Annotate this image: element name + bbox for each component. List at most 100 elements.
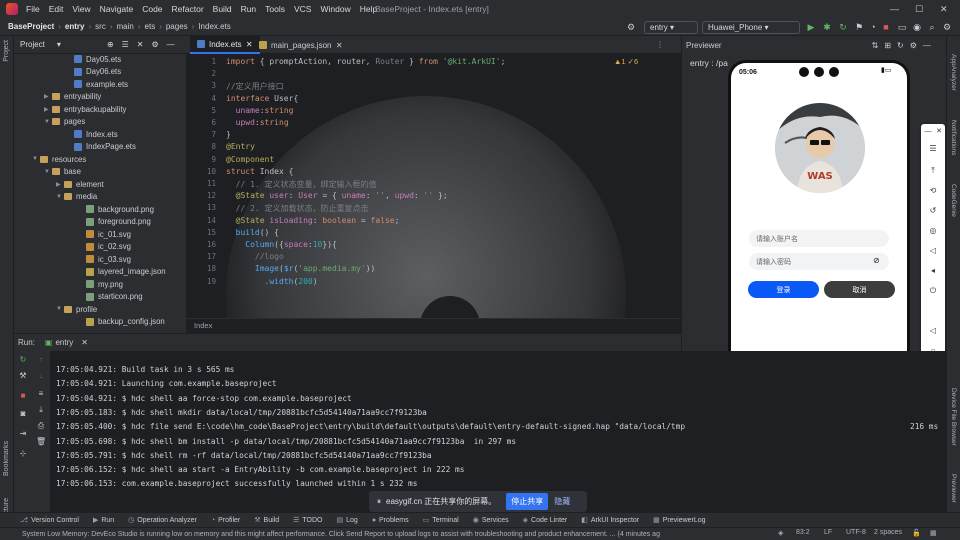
tree-item[interactable]: ▶ element [56,178,104,191]
previewer-page[interactable]: entry : /pa [690,58,728,68]
tree-item[interactable]: layered_image.json [78,266,166,279]
maximize-icon[interactable]: ☐ [915,4,923,15]
code-line[interactable]: upwd:string [226,118,289,127]
pin-icon[interactable]: ⊹ [18,449,28,459]
tool-window-operation-analyzer[interactable]: ◷ Operation Analyzer [128,516,197,525]
tree-item[interactable]: ▶ entrybackupability [44,103,126,116]
menu-view[interactable]: View [72,4,90,14]
code-line[interactable]: build() { [226,228,279,237]
tree-item[interactable]: backup_config.json [78,316,165,329]
code-line[interactable]: .width(200) [226,277,318,286]
code-line[interactable]: struct Index { [226,167,293,176]
code-line[interactable]: // 2. 定义加载状态，防止重复点击 [226,203,369,214]
run-console[interactable]: 216 ms 17:05:04.921: Build task in 3 s 5… [50,351,946,512]
status-pin-icon[interactable]: ◈ [778,529,783,537]
device-file-browser-tool-label[interactable]: Device File Browser [950,388,957,446]
tree-item[interactable]: ▼ profile [56,303,97,316]
tree-item[interactable]: my.png [78,278,123,291]
tab-main-pages-json[interactable]: main_pages.json ✕ [252,36,350,54]
menu-vcs[interactable]: VCS [294,4,311,14]
code-line[interactable]: //logo [226,252,284,261]
memory-icon[interactable]: ▦ [930,529,937,537]
menu-window[interactable]: Window [320,4,350,14]
stop-icon[interactable]: ■ [18,391,28,401]
chevron-right-icon[interactable]: ▶ [56,181,64,188]
chevron-down-icon[interactable]: ▾ [57,40,61,49]
crumb-ets[interactable]: ets [145,22,156,31]
tree-item[interactable]: ic_02.svg [78,241,131,254]
cursor-position[interactable]: 83:2 [796,529,810,536]
close-tab-icon[interactable]: ✕ [81,338,88,347]
eye-off-icon[interactable]: ⊘ [873,256,880,265]
code-line[interactable]: @State isLoading: boolean = false; [226,216,400,225]
profile-icon[interactable]: ◔ [868,22,878,32]
tool-window-run[interactable]: ▶ Run [93,516,114,525]
scroll-down-icon[interactable]: ↓ [36,371,46,381]
multi-device-icon[interactable]: ⊞ [884,41,891,50]
line-separator[interactable]: LF [824,529,832,536]
rotate-icon[interactable]: ⟲ [928,186,938,196]
menu-refactor[interactable]: Refactor [172,4,204,14]
tree-item[interactable]: ic_01.svg [78,228,131,241]
power-icon[interactable]: ⏻ [928,286,938,296]
tool-window-previewerlog[interactable]: ▦ PreviewerLog [653,516,705,525]
tree-item[interactable]: Day05.ets [66,54,121,66]
tree-item[interactable]: background.png [78,203,154,216]
chevron-down-icon[interactable]: ▼ [44,169,52,175]
menu-file[interactable]: File [26,4,40,14]
crumb-project[interactable]: BaseProject [8,22,54,31]
print-icon[interactable]: ⎙ [36,421,46,431]
menu-build[interactable]: Build [213,4,232,14]
minimize-icon[interactable]: — [890,4,899,14]
bookmarks-tool-label[interactable]: Bookmarks [3,441,10,476]
menu-code[interactable]: Code [142,4,162,14]
code-editor[interactable]: Index.ets ✕ main_pages.json ✕ ⋮ ▲1 ✓6 12… [186,36,681,333]
tree-item[interactable]: IndexPage.ets [66,141,136,154]
device-select[interactable]: Huawei_Phone ▾ [702,21,800,34]
appanalyzer-tool-label[interactable]: AppAnalyzer [950,54,957,91]
hide-banner-button[interactable]: 隐藏 [554,496,570,507]
stop-icon[interactable]: ■ [881,22,891,32]
tree-item[interactable]: Day06.ets [66,66,121,79]
hide-panel-icon[interactable]: — [923,41,931,50]
tool-window-profiler[interactable]: ◔ Profiler [211,517,240,524]
tool-window-arkui-inspector[interactable]: ◧ ArkUI Inspector [581,516,639,525]
code-line[interactable]: @Entry [226,142,255,151]
soft-wrap-icon[interactable]: ≡ [36,389,46,399]
tree-item[interactable]: ▼ media [56,191,97,204]
gear-icon[interactable]: ⚙ [910,41,917,50]
code-line[interactable]: Column({space:10}){ [226,240,337,249]
rerun-icon[interactable]: ↻ [838,22,848,32]
code-line[interactable]: } [226,130,231,139]
chevron-right-icon[interactable]: ▶ [44,93,52,100]
tool-window-problems[interactable]: ● Problems [372,517,409,524]
volume-up-icon[interactable]: ◁ [928,246,938,256]
editor-breadcrumb[interactable]: Index [186,318,681,333]
volume-down-icon[interactable]: ◂ [928,266,938,276]
menu-icon[interactable]: ☰ [928,144,938,154]
tree-item[interactable]: ic_03.svg [78,253,131,266]
gear-icon[interactable]: ⚙ [626,22,636,32]
crumb-file[interactable]: Index.ets [198,22,230,31]
password-input[interactable]: 请输入密码 ⊘ [749,253,889,270]
tree-item[interactable]: foreground.png [78,216,151,229]
crumb-pages[interactable]: pages [166,22,188,31]
refresh-icon[interactable]: ↺ [928,206,938,216]
attach-icon[interactable]: ⚑ [854,22,864,32]
code-line[interactable]: uname:string [226,106,294,115]
previewer-tool-label[interactable]: Previewer [950,474,957,503]
crumb-src[interactable]: src [95,22,106,31]
tree-item[interactable]: ▼ resources [32,153,86,166]
code-line[interactable]: @Component [226,155,274,164]
minimize-icon[interactable]: — [923,127,933,137]
rerun-icon[interactable]: ↻ [18,355,28,365]
code-line[interactable]: Image($r('app.media.my')) [226,264,375,273]
code-line[interactable]: // 1. 定义状态变量，绑定输入框的值 [226,179,377,190]
trash-icon[interactable]: 🗑 [36,437,46,447]
tree-item[interactable]: ▶ entryability [44,91,101,104]
close-icon[interactable]: ✕ [940,4,948,15]
menu-tools[interactable]: Tools [265,4,285,14]
wrench-icon[interactable]: ⚒ [18,371,28,381]
debug-icon[interactable]: ✱ [822,22,832,32]
crumb-main[interactable]: main [117,22,134,31]
